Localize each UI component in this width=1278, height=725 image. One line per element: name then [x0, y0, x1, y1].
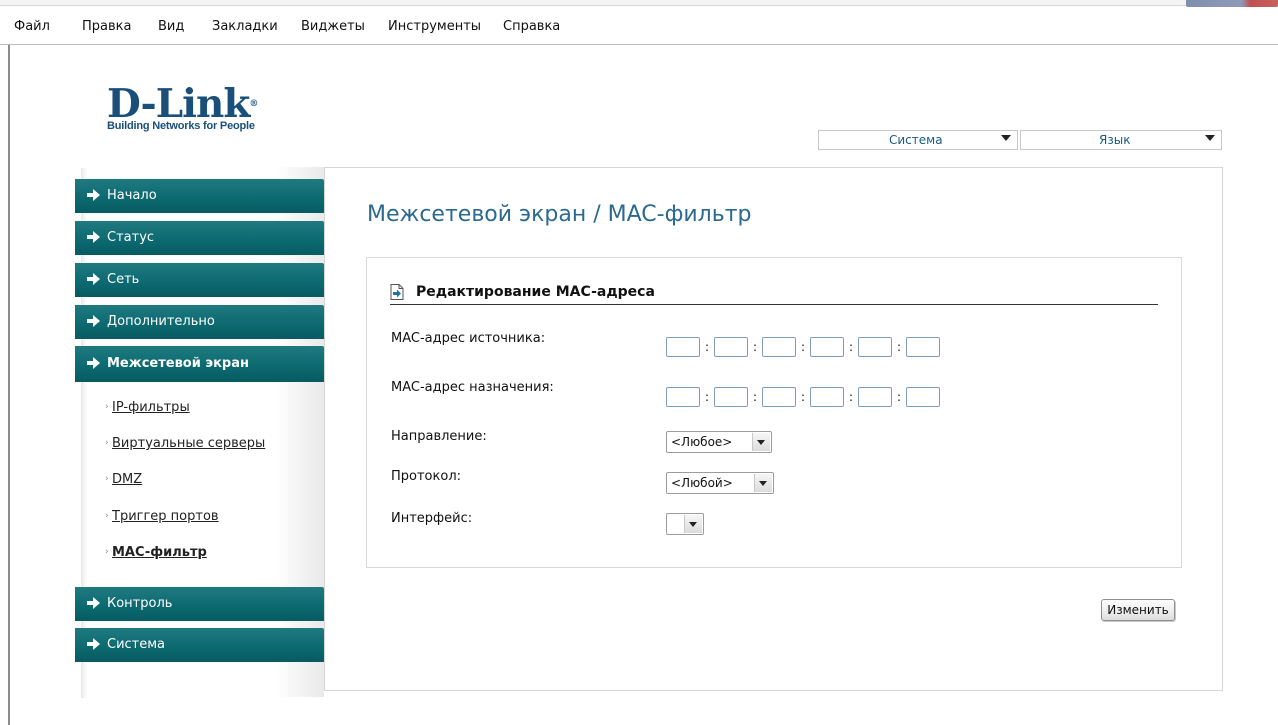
menu-edit[interactable]: Правка: [82, 19, 131, 34]
subnav-item-label: DMZ: [112, 472, 143, 487]
src-mac-octet-4[interactable]: [810, 337, 844, 357]
window-controls[interactable]: [1186, 0, 1278, 7]
mac-separator: :: [705, 390, 710, 404]
menu-help[interactable]: Справка: [503, 19, 560, 34]
sidebar-item-label: Статус: [107, 230, 155, 245]
arrow-right-icon: [87, 315, 100, 327]
mac-separator: :: [849, 340, 854, 354]
arrow-right-icon: [87, 189, 100, 201]
sidebar-item-label: Дополнительно: [107, 314, 215, 329]
subnav-item-ip-filters[interactable]: › IP-фильтры: [105, 400, 190, 415]
subnav-item-virtual-servers[interactable]: › Виртуальные серверы: [105, 436, 266, 451]
document-edit-icon: [390, 284, 404, 300]
sidebar-item-control[interactable]: Контроль: [75, 587, 324, 621]
src-mac-octet-3[interactable]: [762, 337, 796, 357]
menubar: Файл Правка Вид Закладки Виджеты Инструм…: [0, 8, 1278, 45]
sidebar-item-firewall[interactable]: Межсетевой экран: [75, 346, 324, 382]
arrow-right-icon: [87, 273, 100, 285]
src-mac-octet-1[interactable]: [666, 337, 700, 357]
direction-select[interactable]: <Любое>: [666, 431, 772, 453]
dst-mac-octet-1[interactable]: [666, 387, 700, 407]
menu-view[interactable]: Вид: [158, 19, 184, 34]
arrow-right-icon: [87, 638, 100, 650]
section-header: Редактирование MAC-адреса: [390, 282, 1158, 305]
logo-brand: D-Link®: [107, 85, 258, 124]
src-mac-octet-5[interactable]: [858, 337, 892, 357]
src-mac-label: MAC-адрес источника:: [391, 331, 546, 346]
arrow-right-icon: [87, 357, 100, 369]
interface-label: Интерфейс:: [391, 511, 473, 526]
menu-file[interactable]: Файл: [14, 19, 50, 34]
system-dropdown-label: Система: [889, 133, 943, 147]
sidebar-item-label: Контроль: [107, 596, 173, 611]
mac-separator: :: [849, 390, 854, 404]
protocol-select[interactable]: <Любой>: [666, 472, 774, 494]
mac-separator: :: [801, 340, 806, 354]
protocol-select-value: <Любой>: [671, 476, 733, 490]
dst-mac-octet-4[interactable]: [810, 387, 844, 407]
src-mac-octet-2[interactable]: [714, 337, 748, 357]
subnav-item-label: IP-фильтры: [112, 400, 190, 415]
mac-separator: :: [897, 390, 902, 404]
language-dropdown-label: Язык: [1099, 133, 1131, 147]
logo-tagline: Building Networks for People: [107, 120, 255, 132]
mac-separator: :: [753, 340, 758, 354]
sidebar-item-network[interactable]: Сеть: [75, 263, 324, 297]
sidebar-item-status[interactable]: Статус: [75, 221, 324, 255]
subnav-item-mac-filter[interactable]: › MAC-фильтр: [105, 545, 207, 560]
logo-registered-mark: ®: [249, 99, 258, 109]
menu-bookmarks[interactable]: Закладки: [212, 19, 278, 34]
arrow-right-icon: [87, 597, 100, 609]
bullet-icon: ›: [105, 547, 109, 557]
sidebar-item-advanced[interactable]: Дополнительно: [75, 305, 324, 339]
sidebar-item-label: Система: [107, 637, 166, 652]
system-dropdown[interactable]: Система: [818, 130, 1018, 150]
bullet-icon: ›: [105, 438, 109, 448]
chevron-down-icon: [752, 433, 770, 451]
bullet-icon: ›: [105, 474, 109, 484]
direction-label: Направление:: [391, 429, 487, 444]
chevron-down-icon: [684, 515, 702, 533]
interface-select[interactable]: [666, 513, 704, 535]
sidebar-item-label: Сеть: [107, 272, 140, 287]
mac-separator: :: [897, 340, 902, 354]
subnav-item-label: Виртуальные серверы: [112, 436, 266, 451]
dst-mac-octet-5[interactable]: [858, 387, 892, 407]
arrow-right-icon: [87, 231, 100, 243]
src-mac-octet-6[interactable]: [906, 337, 940, 357]
mac-separator: :: [705, 340, 710, 354]
menu-widgets[interactable]: Виджеты: [301, 19, 365, 34]
window-left-border: [8, 45, 10, 725]
bullet-icon: ›: [105, 511, 109, 521]
chevron-down-icon: [1205, 135, 1215, 141]
page-title: Межсетевой экран / MAC-фильтр: [367, 202, 752, 227]
mac-separator: :: [801, 390, 806, 404]
sidebar-item-label: Начало: [107, 188, 157, 203]
sidebar-item-home[interactable]: Начало: [75, 179, 324, 213]
sidebar-item-label: Межсетевой экран: [107, 356, 249, 371]
subnav-item-label: Триггер портов: [112, 509, 219, 524]
subnav-item-port-trigger[interactable]: › Триггер портов: [105, 509, 219, 524]
subnav-item-dmz[interactable]: › DMZ: [105, 472, 143, 487]
dst-mac-label: MAC-адрес назначения:: [391, 380, 554, 395]
section-title: Редактирование MAC-адреса: [416, 284, 655, 300]
dlink-logo: D-Link® Building Networks for People: [107, 85, 258, 133]
chevron-down-icon: [754, 474, 772, 492]
window-titlebar-edge: [0, 0, 1278, 6]
mac-separator: :: [753, 390, 758, 404]
change-button[interactable]: Изменить: [1101, 599, 1175, 621]
language-dropdown[interactable]: Язык: [1020, 130, 1222, 150]
sidebar-item-system[interactable]: Система: [75, 628, 324, 662]
menu-tools[interactable]: Инструменты: [388, 19, 481, 34]
bullet-icon: ›: [105, 402, 109, 412]
dst-mac-octet-3[interactable]: [762, 387, 796, 407]
subnav-item-label: MAC-фильтр: [112, 545, 207, 560]
browser-window: Файл Правка Вид Закладки Виджеты Инструм…: [0, 0, 1278, 725]
protocol-label: Протокол:: [391, 469, 462, 484]
dst-mac-octet-6[interactable]: [906, 387, 940, 407]
chevron-down-icon: [1001, 135, 1011, 141]
direction-select-value: <Любое>: [671, 435, 733, 449]
dst-mac-octet-2[interactable]: [714, 387, 748, 407]
